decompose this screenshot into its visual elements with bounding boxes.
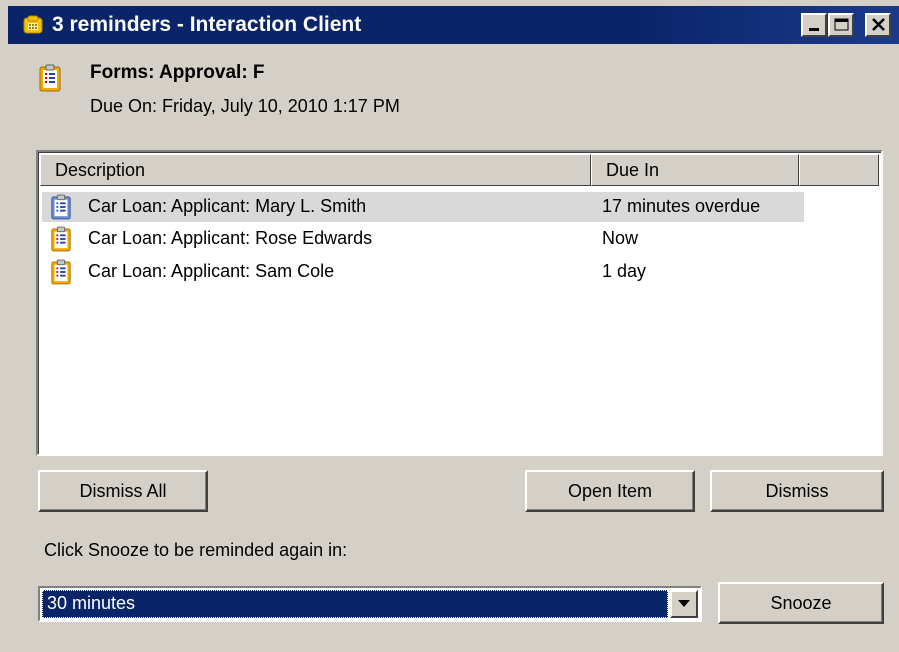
snooze-button[interactable]: Snooze — [718, 582, 884, 624]
snooze-interval-value[interactable]: 30 minutes — [42, 590, 668, 618]
minimize-button[interactable] — [801, 13, 827, 37]
column-header-filler — [799, 154, 879, 186]
item-due-in: 1 day — [602, 261, 647, 281]
dismiss-button[interactable]: Dismiss — [710, 470, 884, 512]
list-item[interactable]: Car Loan: Applicant: Rose Edwards Now — [42, 224, 842, 254]
due-on-text: Due On: Friday, July 10, 2010 1:17 PM — [90, 96, 400, 116]
minimize-icon — [809, 28, 819, 31]
form-icon — [50, 259, 72, 285]
open-item-button[interactable]: Open Item — [525, 470, 695, 512]
reminder-title: Forms: Approval: F — [90, 62, 265, 83]
chevron-down-icon — [678, 600, 690, 607]
reminders-list[interactable]: Description Due In Car Loan: Applicant: … — [36, 150, 883, 456]
column-header-due-in[interactable]: Due In — [591, 154, 799, 186]
item-description: Car Loan: Applicant: Mary L. Smith — [88, 196, 367, 216]
reminder-window: 3 reminders - Interaction Client Forms: … — [0, 0, 899, 652]
snooze-label: Click Snooze to be reminded again in: — [44, 540, 348, 560]
item-due-in: 17 minutes overdue — [602, 196, 761, 216]
maximize-button[interactable] — [828, 13, 854, 37]
dismiss-all-button[interactable]: Dismiss All — [38, 470, 208, 512]
maximize-icon — [834, 18, 849, 31]
phone-icon — [22, 14, 44, 36]
item-description: Car Loan: Applicant: Rose Edwards — [88, 228, 373, 248]
form-icon — [50, 226, 72, 252]
window-title: 3 reminders - Interaction Client — [52, 13, 362, 36]
snooze-interval-select[interactable]: 30 minutes — [38, 586, 702, 622]
title-bar[interactable]: 3 reminders - Interaction Client — [8, 6, 899, 44]
list-item[interactable]: Car Loan: Applicant: Sam Cole 1 day — [42, 257, 842, 287]
form-icon — [50, 194, 72, 220]
item-description: Car Loan: Applicant: Sam Cole — [88, 261, 335, 281]
column-header-description[interactable]: Description — [40, 154, 591, 186]
item-due-in: Now — [602, 228, 639, 248]
list-item[interactable]: Car Loan: Applicant: Mary L. Smith 17 mi… — [42, 192, 804, 222]
dropdown-button[interactable] — [670, 590, 698, 618]
form-icon — [38, 64, 62, 92]
close-button[interactable] — [865, 13, 891, 37]
close-icon — [872, 18, 885, 31]
